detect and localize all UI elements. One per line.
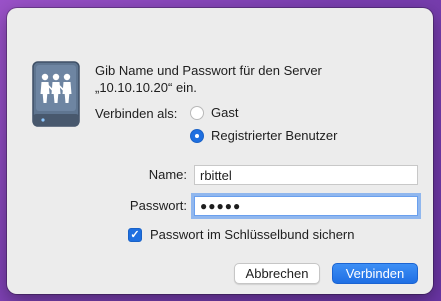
radio-button-selected[interactable] — [190, 128, 204, 143]
password-field[interactable]: ●●●●● — [194, 196, 418, 216]
radio-registered-user-label: Registrierter Benutzer — [211, 128, 338, 143]
name-field[interactable]: rbittel — [194, 165, 418, 185]
name-label: Name: — [148, 167, 187, 182]
cancel-button[interactable]: Abbrechen — [234, 263, 320, 284]
password-label: Passwort: — [129, 198, 187, 213]
shared-server-icon — [32, 61, 80, 127]
keychain-checkbox-label: Passwort im Schlüsselbund sichern — [150, 227, 355, 242]
radio-guest[interactable]: Gast — [190, 105, 238, 120]
connect-button[interactable]: Verbinden — [332, 263, 418, 284]
dialog-prompt: Gib Name und Passwort für den Server „10… — [95, 63, 322, 95]
login-dialog: Gib Name und Passwort für den Server „10… — [7, 8, 433, 294]
radio-registered-user[interactable]: Registrierter Benutzer — [190, 128, 337, 143]
keychain-checkbox-row[interactable]: ✓ Passwort im Schlüsselbund sichern — [128, 227, 354, 242]
connect-as-label: Verbinden als: — [95, 106, 178, 121]
radio-guest-label: Gast — [211, 105, 239, 120]
checkmark-icon[interactable]: ✓ — [128, 227, 142, 242]
radio-button-unselected[interactable] — [190, 105, 204, 120]
